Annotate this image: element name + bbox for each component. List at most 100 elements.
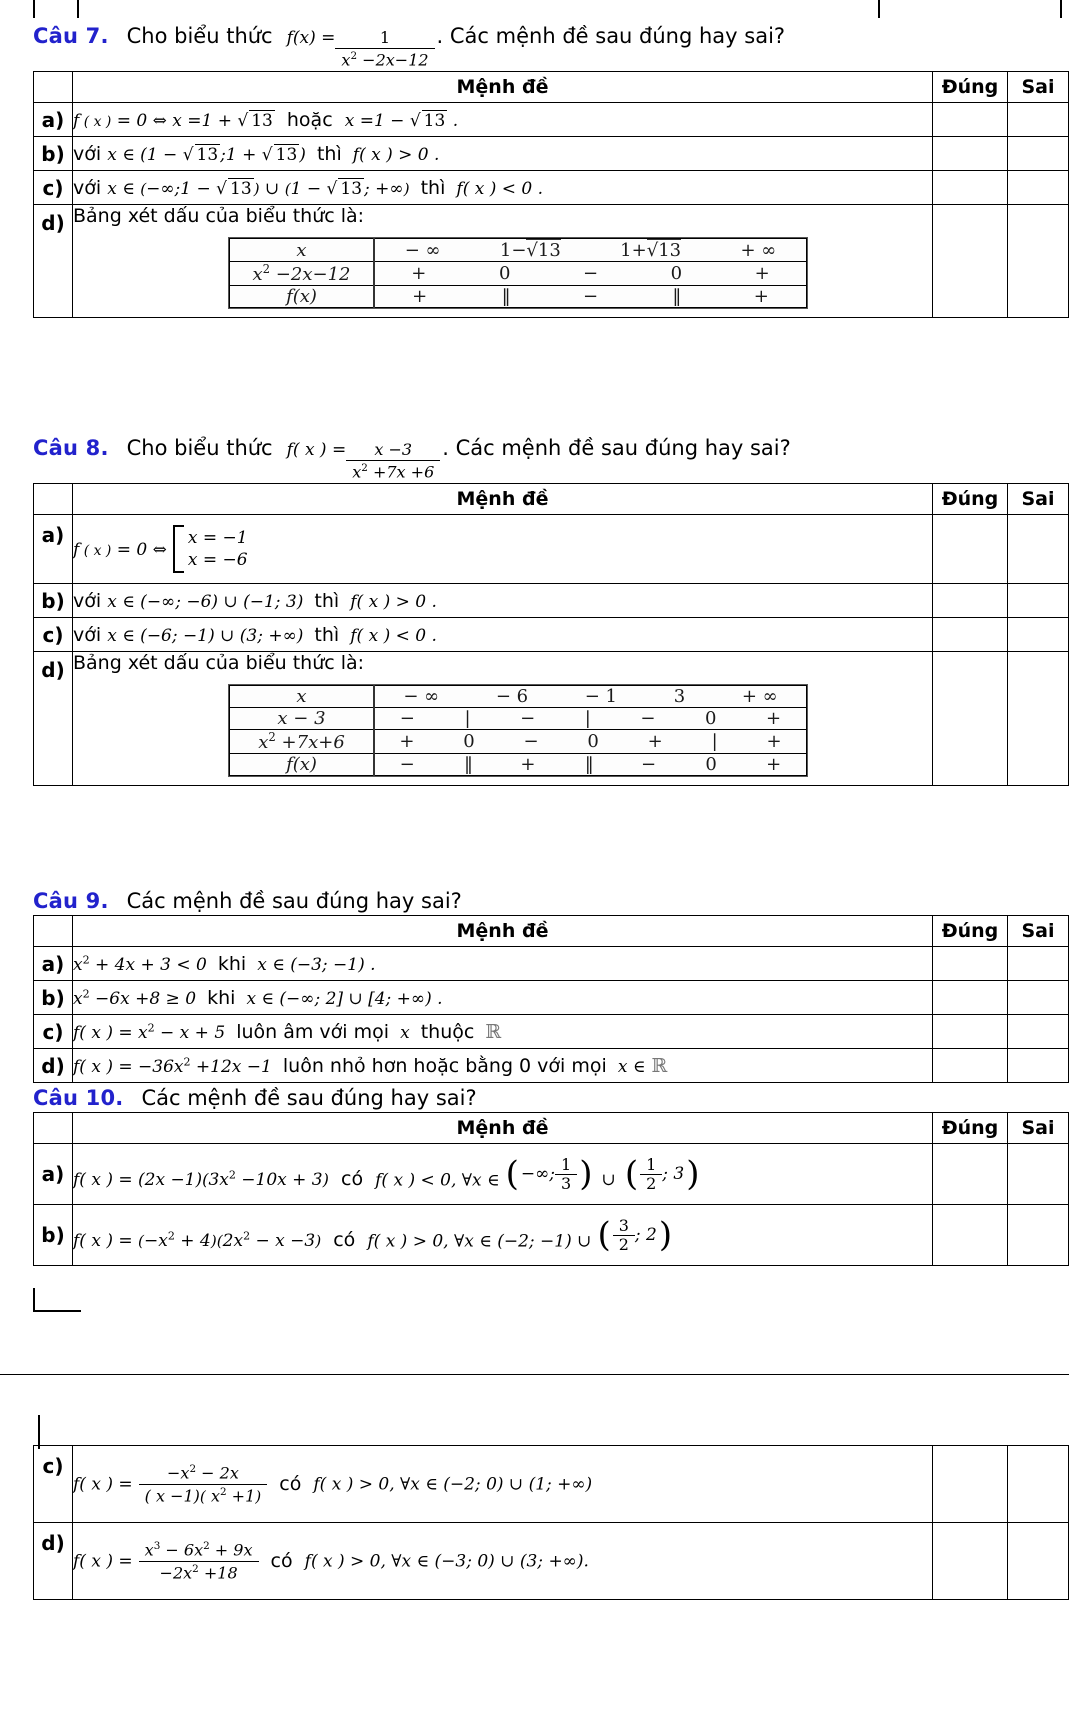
dung-checkbox-cell[interactable] xyxy=(932,1445,1008,1523)
row-letter: b) xyxy=(33,583,73,619)
statement-cell: x2 −6x +8 ≥ 0 khi x ∈ (−∞; 2] ∪ [4; +∞) … xyxy=(72,980,933,1015)
sign-table-row: f(x) − ‖ + ‖ − 0 + xyxy=(229,753,807,777)
cau10-continued-table: c) f( x ) = −x2 − 2x ( x −1)( x2 +1) có … xyxy=(33,1445,1069,1600)
row-letter: a) xyxy=(33,102,73,138)
sai-checkbox-cell[interactable] xyxy=(1007,204,1069,319)
dung-checkbox-cell[interactable] xyxy=(932,651,1008,787)
bang-xet-dau-label: Bảng xét dấu của biểu thức là: xyxy=(73,205,365,228)
dung-checkbox-cell[interactable] xyxy=(932,204,1008,319)
sai-checkbox-cell[interactable] xyxy=(1007,136,1069,172)
sign-row-values: − ‖ + ‖ − 0 + xyxy=(374,753,807,777)
crop-mark-top-left-2 xyxy=(77,0,79,18)
table-row: b) f( x ) = (−x2 + 4)(2x2 − x −3) có f( … xyxy=(33,1204,1069,1266)
statement-cell: f ( x ) = 0 ⇔ x =1 + √ 13 hoặc x =1 − √ 13… xyxy=(72,102,933,138)
cau8-expression: x −3 x2 +7x +6 xyxy=(346,440,441,481)
statement-cell: x2 + 4x + 3 < 0 khi x ∈ (−3; −1) . xyxy=(72,946,933,981)
table-row: a) f ( x ) = 0 ⇔ x = −1 x = −6 xyxy=(33,514,1069,585)
dung-checkbox-cell[interactable] xyxy=(932,946,1008,981)
dung-checkbox-cell[interactable] xyxy=(932,1143,1008,1205)
sign-row-label: x xyxy=(229,238,375,263)
header-dung: Đúng xyxy=(932,915,1008,947)
header-dung: Đúng xyxy=(932,71,1008,104)
table-header-row: Mệnh đề Đúng Sai xyxy=(33,71,1069,104)
row-letter: d) xyxy=(33,1048,73,1083)
statement-cell: f( x ) = (2x −1)(3x2 −10x + 3) có f( x )… xyxy=(72,1143,933,1205)
sai-checkbox-cell[interactable] xyxy=(1007,1014,1069,1049)
table-row: d) Bảng xét dấu của biểu thức là: x − ∞ … xyxy=(33,204,1069,319)
row-letter: a) xyxy=(33,946,73,981)
header-sai: Sai xyxy=(1007,483,1069,516)
table-row: b) x2 −6x +8 ≥ 0 khi x ∈ (−∞; 2] ∪ [4; +… xyxy=(33,980,1069,1015)
dung-checkbox-cell[interactable] xyxy=(932,102,1008,138)
statement-cell: f( x ) = −x2 − 2x ( x −1)( x2 +1) có f( … xyxy=(72,1445,933,1523)
system-line: x = −6 xyxy=(187,550,248,571)
cau8-heading: Câu 8. Cho biểu thức f( x ) = x −3 x2 +7… xyxy=(33,436,791,482)
cau9-label: Câu 9. xyxy=(33,889,109,913)
table-row: a) f( x ) = (2x −1)(3x2 −10x + 3) có f( … xyxy=(33,1143,1069,1205)
header-menh-de: Mệnh đề xyxy=(72,1112,933,1144)
sai-checkbox-cell[interactable] xyxy=(1007,170,1069,206)
header-sai: Sai xyxy=(1007,1112,1069,1144)
cau9-statement-table: Mệnh đề Đúng Sai a) x2 + 4x + 3 < 0 khi … xyxy=(33,915,1069,1083)
cau9-prompt: Các mệnh đề sau đúng hay sai? xyxy=(126,889,462,913)
header-dung: Đúng xyxy=(932,483,1008,516)
dung-checkbox-cell[interactable] xyxy=(932,1204,1008,1266)
cau8-statement-table: Mệnh đề Đúng Sai a) f ( x ) = 0 ⇔ x = −1… xyxy=(33,483,1069,787)
sign-row-values: − | − | − 0 + xyxy=(374,707,807,731)
sai-checkbox-cell[interactable] xyxy=(1007,946,1069,981)
sign-row-label: x2 −2x−12 xyxy=(229,261,375,287)
table-row: b) với x ∈ (−∞; −6) ∪ (−1; 3) thì f( x )… xyxy=(33,583,1069,619)
statement-cell: Bảng xét dấu của biểu thức là: x − ∞ 1−√… xyxy=(72,204,933,319)
sai-checkbox-cell[interactable] xyxy=(1007,1048,1069,1083)
dung-checkbox-cell[interactable] xyxy=(932,1048,1008,1083)
header-sai: Sai xyxy=(1007,71,1069,104)
statement-cell: với x ∈ (1 − √ 13 ;1 + √ 13) thì f( x ) > 0… xyxy=(72,136,933,172)
dung-checkbox-cell[interactable] xyxy=(932,980,1008,1015)
table-row: c) với x ∈ (−6; −1) ∪ (3; +∞) thì f( x )… xyxy=(33,617,1069,653)
row-letter: d) xyxy=(33,204,73,319)
system-line: x = −1 xyxy=(187,528,248,549)
sai-checkbox-cell[interactable] xyxy=(1007,617,1069,653)
row-letter: a) xyxy=(33,514,73,585)
sai-checkbox-cell[interactable] xyxy=(1007,1522,1069,1600)
row-letter: c) xyxy=(33,170,73,206)
dung-checkbox-cell[interactable] xyxy=(932,1014,1008,1049)
sign-row-label: x2 +7x+6 xyxy=(229,729,375,755)
sai-checkbox-cell[interactable] xyxy=(1007,651,1069,787)
dung-checkbox-cell[interactable] xyxy=(932,514,1008,585)
statement-cell: với x ∈ (−∞;1 − √ 13) ∪ (1 − √ 13; +∞) thì… xyxy=(72,170,933,206)
sai-checkbox-cell[interactable] xyxy=(1007,1204,1069,1266)
sai-checkbox-cell[interactable] xyxy=(1007,1445,1069,1523)
row-letter: b) xyxy=(33,136,73,172)
table-row: d) f( x ) = −36x2 +12x −1 luôn nhỏ hơn h… xyxy=(33,1048,1069,1083)
row-letter: c) xyxy=(33,617,73,653)
sign-row-values: − ∞ 1−√13 1+√13 + ∞ xyxy=(374,238,807,263)
dung-checkbox-cell[interactable] xyxy=(932,170,1008,206)
statement-cell: f( x ) = −36x2 +12x −1 luôn nhỏ hơn hoặc… xyxy=(72,1048,933,1083)
interval-group: ( −∞; 13 ) xyxy=(505,1154,593,1194)
header-sai: Sai xyxy=(1007,915,1069,947)
sai-checkbox-cell[interactable] xyxy=(1007,583,1069,619)
dung-checkbox-cell[interactable] xyxy=(932,136,1008,172)
row-letter: c) xyxy=(33,1014,73,1049)
sai-checkbox-cell[interactable] xyxy=(1007,102,1069,138)
sai-checkbox-cell[interactable] xyxy=(1007,980,1069,1015)
question-cau8: Câu 8. Cho biểu thức f( x ) = x −3 x2 +7… xyxy=(33,432,1069,787)
row-letter: b) xyxy=(33,1204,73,1266)
crop-mark-top-left xyxy=(33,0,35,18)
dung-checkbox-cell[interactable] xyxy=(932,617,1008,653)
sign-table-row: x − ∞ 1−√13 1+√13 + ∞ xyxy=(229,238,807,263)
statement-cell: f( x ) = (−x2 + 4)(2x2 − x −3) có f( x )… xyxy=(72,1204,933,1266)
fraction-expression: x3 − 6x2 + 9x −2x2 +18 xyxy=(138,1540,259,1582)
cau8-label: Câu 8. xyxy=(33,436,109,460)
page-separator xyxy=(0,1374,1069,1375)
dung-checkbox-cell[interactable] xyxy=(932,1522,1008,1600)
sai-checkbox-cell[interactable] xyxy=(1007,1143,1069,1205)
sai-checkbox-cell[interactable] xyxy=(1007,514,1069,585)
sign-table-figure-cau7: x − ∞ 1−√13 1+√13 + ∞ x2 −2x−12 + 0 − 0 … xyxy=(228,237,808,310)
sign-table-row: f(x) + ‖ − ‖ + xyxy=(229,285,807,309)
dung-checkbox-cell[interactable] xyxy=(932,583,1008,619)
table-row: c) f( x ) = −x2 − 2x ( x −1)( x2 +1) có … xyxy=(33,1445,1069,1523)
header-dung: Đúng xyxy=(932,1112,1008,1144)
interval-group: ( 3 2; 2 ) xyxy=(597,1215,673,1255)
